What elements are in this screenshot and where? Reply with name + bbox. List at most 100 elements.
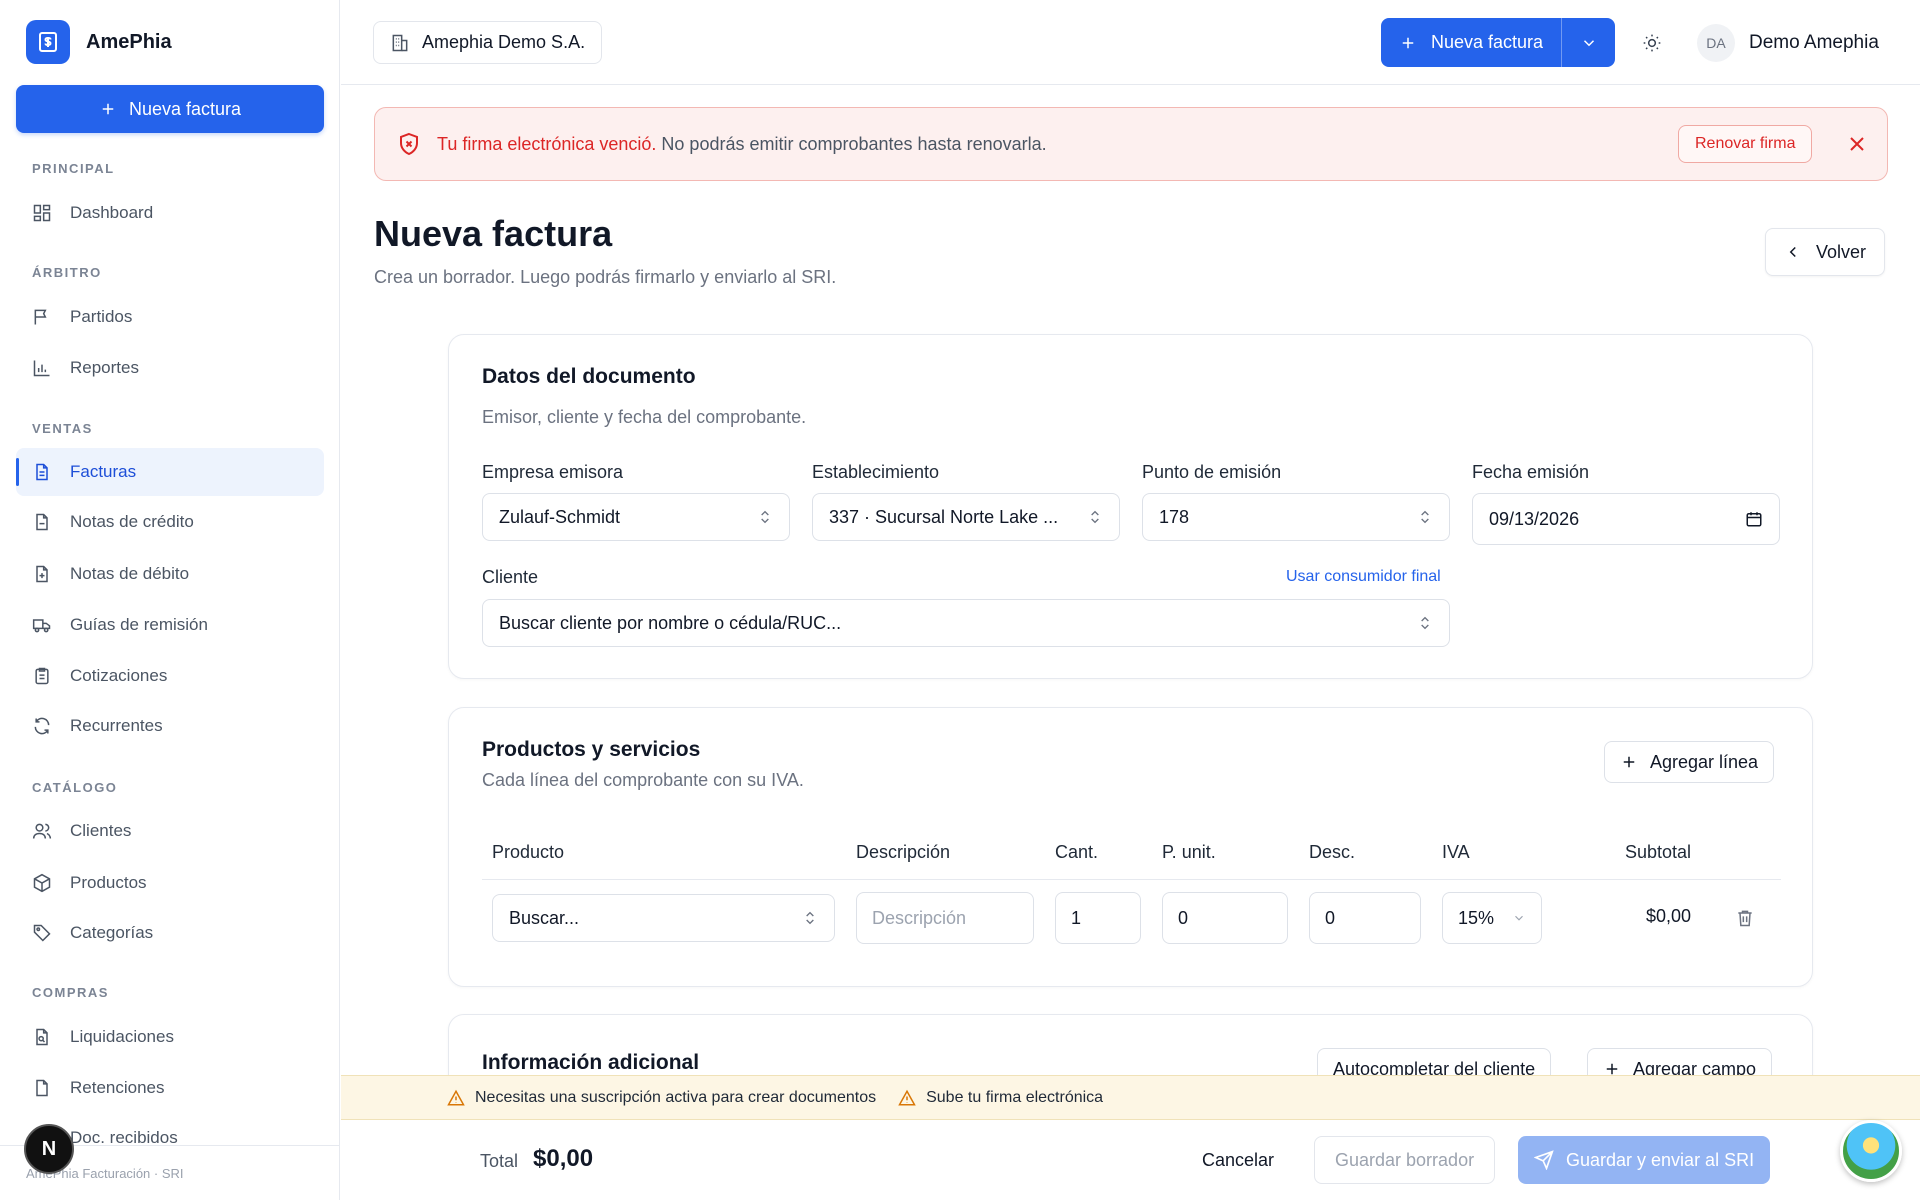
sidebar-item-label: Partidos (70, 307, 133, 326)
new-invoice-dropdown-button[interactable] (1561, 18, 1615, 67)
iva-select[interactable]: 15% (1442, 892, 1542, 944)
sidebar-item-recurrentes[interactable]: Recurrentes (16, 702, 324, 750)
card-title: Productos y servicios (482, 738, 701, 761)
page-title: Nueva factura (374, 213, 613, 254)
sidebar-item-label: Retenciones (70, 1078, 165, 1097)
calendar-icon[interactable] (1745, 510, 1763, 528)
document-icon (36, 463, 48, 481)
sidebar-item-guias[interactable]: Guías de remisión (16, 601, 324, 649)
save-and-send-button[interactable]: Guardar y enviar al SRI (1518, 1136, 1771, 1184)
section-catalogo: CATÁLOGO (32, 780, 118, 795)
page-subtitle: Crea un borrador. Luego podrás firmarlo … (374, 267, 837, 287)
col-precio: P. unit. (1162, 842, 1216, 862)
chevron-down-icon (1583, 39, 1594, 46)
company-selector[interactable]: Amephia Demo S.A. (373, 21, 603, 64)
product-value: Buscar... (509, 907, 580, 928)
sidebar-item-label: Guías de remisión (70, 615, 208, 634)
dev-tools-badge[interactable]: N (24, 1124, 74, 1174)
chevrons-up-down-icon (1091, 510, 1099, 524)
new-invoice-button[interactable]: Nueva factura (1381, 18, 1561, 67)
section-arbitro: ÁRBITRO (32, 265, 102, 280)
establecimiento-select[interactable]: 337 · Sucursal Norte Lake ... (812, 493, 1120, 541)
sidebar: AmePhia Nueva factura PRINCIPAL Dashboar… (0, 0, 340, 1200)
warning-bar: Necesitas una suscripción activa para cr… (341, 1075, 1920, 1120)
empresa-value: Zulauf-Schmidt (499, 506, 621, 527)
chevrons-up-down-icon (806, 911, 814, 925)
file-search-icon (36, 1028, 48, 1046)
sidebar-new-invoice-button[interactable]: Nueva factura (16, 85, 324, 133)
cliente-search-select[interactable]: Buscar cliente por nombre o cédula/RUC..… (482, 599, 1450, 647)
unit-price-input[interactable]: 0 (1162, 892, 1288, 944)
user-menu[interactable]: DA Demo Amephia (1697, 24, 1879, 62)
alert-strong: Tu firma electrónica venció. (437, 133, 657, 154)
topbar: Amephia Demo S.A. Nueva factura DA Demo … (341, 0, 1920, 85)
col-producto: Producto (492, 842, 565, 862)
section-principal: PRINCIPAL (32, 161, 115, 176)
send-icon (1534, 1150, 1554, 1170)
company-name: Amephia Demo S.A. (422, 32, 586, 52)
sidebar-item-retenciones[interactable]: Retenciones (16, 1064, 324, 1112)
sidebar-item-notas-debito[interactable]: Notas de débito (16, 550, 324, 598)
tag-icon (33, 924, 51, 942)
col-cantidad: Cant. (1055, 842, 1099, 862)
sidebar-item-label: Productos (70, 873, 147, 892)
sidebar-item-label: Reportes (70, 358, 139, 377)
warning-signature: Sube tu firma electrónica (898, 1089, 1103, 1107)
sidebar-item-label: Dashboard (70, 203, 154, 222)
fecha-emision-input[interactable]: 09/13/2026 (1472, 493, 1780, 545)
quantity-input[interactable]: 1 (1055, 892, 1141, 944)
discount-input[interactable]: 0 (1309, 892, 1421, 944)
col-subtotal: Subtotal (1625, 842, 1692, 862)
sidebar-item-dashboard[interactable]: Dashboard (16, 189, 324, 237)
sidebar-item-categorias[interactable]: Categorías (16, 909, 324, 957)
sidebar-cta-label: Nueva factura (128, 98, 242, 119)
cancel-button[interactable]: Cancelar (1202, 1150, 1274, 1171)
punto-emision-label: Punto de emisión (1142, 462, 1282, 482)
add-line-label: Agregar línea (1650, 751, 1759, 772)
chevrons-up-down-icon (761, 510, 769, 524)
save-draft-button[interactable]: Guardar borrador (1314, 1136, 1496, 1184)
establecimiento-label: Establecimiento (812, 462, 940, 482)
theme-toggle-button[interactable] (1636, 27, 1668, 59)
back-button[interactable]: Volver (1765, 228, 1886, 276)
shield-x-icon (400, 132, 418, 156)
renew-signature-button[interactable]: Renovar firma (1678, 125, 1813, 163)
sidebar-item-label: Liquidaciones (70, 1027, 174, 1046)
col-iva: IVA (1442, 842, 1470, 862)
product-search-select[interactable]: Buscar... (492, 894, 835, 942)
line-subtotal: $0,00 (1646, 906, 1692, 926)
bar-chart-icon (33, 360, 50, 377)
warning-icon (898, 1089, 916, 1105)
punto-emision-select[interactable]: 178 (1142, 493, 1450, 541)
assistant-avatar-button[interactable] (1840, 1120, 1902, 1182)
empresa-label: Empresa emisora (482, 462, 624, 482)
sidebar-item-label: Notas de crédito (70, 512, 194, 531)
empresa-select[interactable]: Zulauf-Schmidt (482, 493, 790, 541)
card-subtitle: Cada línea del comprobante con su IVA. (482, 770, 804, 790)
trash-icon[interactable] (1735, 908, 1755, 928)
chevrons-up-down-icon (1421, 616, 1429, 630)
sidebar-item-notas-credito[interactable]: Notas de crédito (16, 498, 324, 546)
col-descripcion: Descripción (856, 842, 951, 862)
close-icon[interactable] (1845, 132, 1869, 156)
section-compras: COMPRAS (32, 985, 109, 1000)
sidebar-item-partidos[interactable]: Partidos (16, 293, 324, 341)
brand[interactable]: AmePhia (26, 20, 172, 64)
flag-icon (34, 309, 47, 325)
description-input[interactable]: Descripción (856, 892, 1034, 944)
fecha-emision-label: Fecha emisión (1472, 462, 1590, 482)
chevron-left-icon (1789, 246, 1796, 258)
avatar: DA (1697, 24, 1735, 62)
establecimiento-value: 337 · Sucursal Norte Lake ... (829, 506, 1059, 527)
sidebar-item-cotizaciones[interactable]: Cotizaciones (16, 652, 324, 700)
sidebar-item-reportes[interactable]: Reportes (16, 344, 324, 392)
sidebar-item-liquidaciones[interactable]: Liquidaciones (16, 1013, 324, 1061)
col-descuento: Desc. (1309, 842, 1356, 862)
add-line-button[interactable]: Agregar línea (1604, 741, 1775, 783)
sidebar-item-productos[interactable]: Productos (16, 859, 324, 907)
sidebar-item-clientes[interactable]: Clientes (16, 807, 324, 855)
total-value: $0,00 (533, 1145, 594, 1172)
use-final-consumer-link[interactable]: Usar consumidor final (1286, 568, 1441, 586)
sidebar-item-facturas[interactable]: Facturas (16, 448, 324, 496)
truck-icon (32, 619, 51, 633)
